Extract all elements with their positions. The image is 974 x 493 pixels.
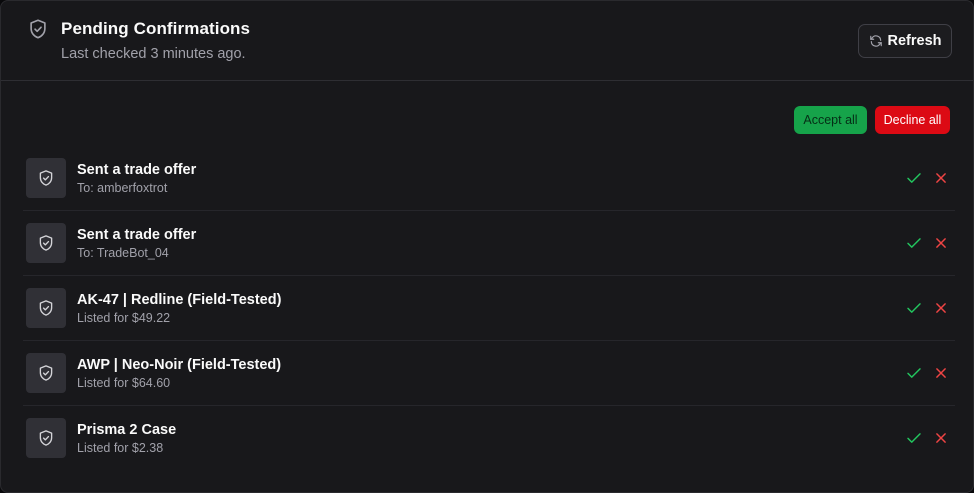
confirmation-title: AWP | Neo-Noir (Field-Tested) — [77, 357, 282, 373]
confirmation-item: Prisma 2 Case Listed for $2.38 — [23, 406, 955, 471]
accept-button[interactable] — [905, 364, 923, 382]
shield-check-icon — [26, 418, 66, 458]
confirmation-title: Sent a trade offer — [77, 162, 197, 178]
x-icon — [932, 234, 950, 252]
decline-button[interactable] — [932, 169, 950, 187]
shield-check-icon — [26, 288, 66, 328]
accept-button[interactable] — [905, 169, 923, 187]
page-title: Pending Confirmations — [61, 19, 251, 38]
decline-button[interactable] — [932, 429, 950, 447]
shield-check-icon — [26, 158, 66, 198]
confirmation-item: AK-47 | Redline (Field-Tested) Listed fo… — [23, 276, 955, 341]
confirmation-item: AWP | Neo-Noir (Field-Tested) Listed for… — [23, 341, 955, 406]
check-icon — [905, 169, 923, 187]
accept-all-button[interactable]: Accept all — [794, 106, 867, 134]
check-icon — [905, 299, 923, 317]
x-icon — [932, 364, 950, 382]
confirmation-detail: To: TradeBot_04 — [77, 246, 169, 260]
decline-button[interactable] — [932, 299, 950, 317]
check-icon — [905, 429, 923, 447]
accept-button[interactable] — [905, 299, 923, 317]
check-icon — [905, 234, 923, 252]
confirmation-detail: Listed for $2.38 — [77, 441, 164, 455]
confirmation-list: Sent a trade offer To: amberfoxtrot Sent… — [23, 146, 955, 471]
x-icon — [932, 429, 950, 447]
decline-button[interactable] — [932, 364, 950, 382]
confirmation-title: AK-47 | Redline (Field-Tested) — [77, 292, 282, 308]
confirmation-detail: To: amberfoxtrot — [77, 181, 168, 195]
decline-all-button[interactable]: Decline all — [875, 106, 950, 134]
x-icon — [932, 169, 950, 187]
confirmation-detail: Listed for $64.60 — [77, 376, 171, 390]
accept-button[interactable] — [905, 234, 923, 252]
confirmation-detail: Listed for $49.22 — [77, 311, 171, 325]
refresh-icon — [869, 34, 883, 48]
accept-button[interactable] — [905, 429, 923, 447]
decline-button[interactable] — [932, 234, 950, 252]
bulk-actions: Accept all Decline all — [794, 106, 950, 134]
confirmation-title: Sent a trade offer — [77, 227, 197, 243]
x-icon — [932, 299, 950, 317]
confirmation-item: Sent a trade offer To: amberfoxtrot — [23, 146, 955, 211]
confirmation-title: Prisma 2 Case — [77, 422, 177, 438]
confirmation-item: Sent a trade offer To: TradeBot_04 — [23, 211, 955, 276]
shield-check-icon — [26, 353, 66, 393]
shield-check-icon — [26, 223, 66, 263]
refresh-label: Refresh — [887, 33, 942, 49]
confirmations-panel: Pending Confirmations Last checked 3 min… — [0, 0, 974, 493]
check-icon — [905, 364, 923, 382]
last-checked-text: Last checked 3 minutes ago. — [61, 46, 246, 62]
refresh-button[interactable]: Refresh — [858, 24, 952, 58]
shield-check-icon — [27, 18, 49, 40]
panel-header: Pending Confirmations Last checked 3 min… — [1, 1, 973, 81]
